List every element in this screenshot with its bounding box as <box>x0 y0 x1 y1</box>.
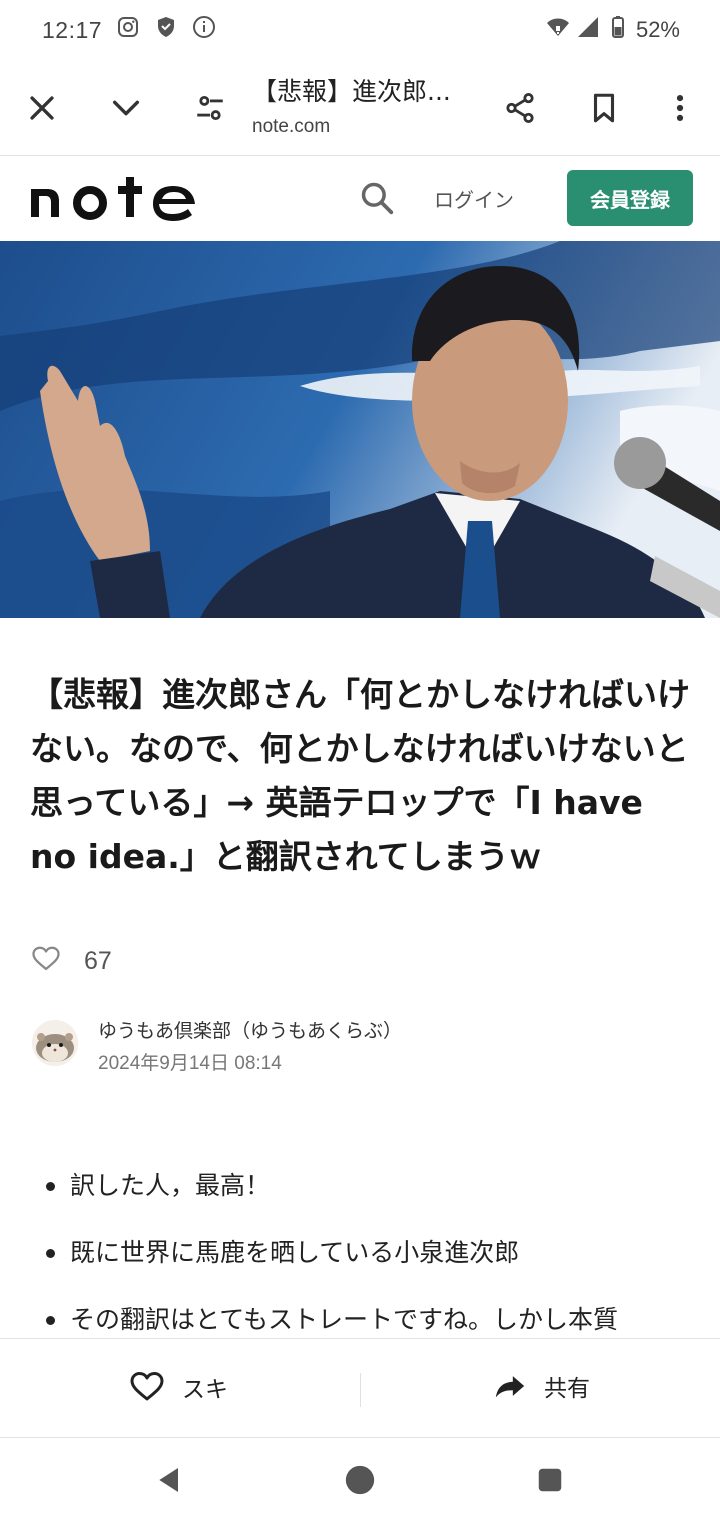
site-header: ログイン 会員登録 <box>0 157 720 241</box>
status-bar: 12:17 52% <box>0 0 720 60</box>
avatar[interactable] <box>32 1020 78 1066</box>
signup-button[interactable]: 会員登録 <box>567 170 693 226</box>
battery-icon <box>606 15 630 45</box>
status-right: 52% <box>546 15 680 45</box>
instagram-icon <box>116 15 140 45</box>
search-icon <box>361 182 394 215</box>
browser-toolbar: 【悲報】進次郎... note.com <box>0 60 720 156</box>
battery-percentage: 52% <box>635 17 680 42</box>
shield-icon <box>154 15 178 45</box>
comment-list: 訳した人，最高！ 既に世界に馬鹿を晒している小泉進次郎 その翻訳はとてもストレー… <box>44 1160 704 1338</box>
like-label: スキ <box>182 1377 228 1403</box>
back-icon <box>159 1468 178 1492</box>
signal-icon <box>576 15 600 45</box>
page-settings-icon <box>197 95 223 121</box>
system-nav-bar <box>0 1438 720 1520</box>
post-date: 2024年9月14日 08:14 <box>98 1053 282 1074</box>
bottom-action-bar: スキ 共有 <box>0 1338 720 1438</box>
recents-icon <box>538 1468 562 1492</box>
page-title: 【悲報】進次郎... <box>252 77 451 106</box>
article-body: 訳した人，最高！ 既に世界に馬鹿を晒している小泉進次郎 その翻訳はとてもストレー… <box>0 1100 720 1338</box>
home-button[interactable] <box>340 1460 380 1500</box>
likes-count: 67 <box>84 946 112 975</box>
note-logo[interactable] <box>27 173 202 223</box>
chevron-down-icon <box>112 100 140 116</box>
list-item: 既に世界に馬鹿を晒している小泉進次郎 <box>44 1227 704 1279</box>
hero-image <box>0 241 720 618</box>
info-icon <box>192 15 216 45</box>
close-tab-button[interactable] <box>14 80 70 136</box>
login-link[interactable]: ログイン <box>434 184 514 213</box>
search-button[interactable] <box>358 179 396 217</box>
back-button[interactable] <box>150 1460 190 1500</box>
author-block: ゆうもあ倶楽部（ゆうもあくらぶ） 2024年9月14日 08:14 <box>32 1016 692 1076</box>
hamster-avatar-image <box>32 1020 78 1066</box>
heart-outline-icon <box>32 946 60 971</box>
action-divider <box>360 1373 361 1407</box>
list-item: その翻訳はとてもストレートですね。しかし本質 <box>44 1294 704 1338</box>
share-button[interactable]: 共有 <box>492 1369 590 1403</box>
heart-icon <box>130 1372 164 1401</box>
status-left: 12:17 <box>42 15 216 45</box>
more-options-button[interactable] <box>652 80 708 136</box>
page-title-block[interactable]: 【悲報】進次郎... note.com <box>252 72 482 138</box>
note-logo-mark <box>31 177 195 221</box>
recents-button[interactable] <box>530 1460 570 1500</box>
share-page-button[interactable] <box>492 80 548 136</box>
likes-row: 67 <box>30 944 112 978</box>
page-url: note.com <box>252 116 331 137</box>
article-title: 【悲報】進次郎さん「何とかしなければいけない。なので、何とかしなければいけないと… <box>30 675 690 876</box>
status-time: 12:17 <box>42 16 103 43</box>
more-vert-icon <box>676 94 684 122</box>
share-label: 共有 <box>544 1376 590 1402</box>
like-heart-button[interactable] <box>30 944 62 978</box>
wifi-icon <box>546 15 570 45</box>
like-button[interactable]: スキ <box>128 1369 228 1405</box>
bookmark-icon <box>593 93 615 123</box>
author-name[interactable]: ゆうもあ倶楽部（ゆうもあくらぶ） <box>98 1016 402 1043</box>
close-icon <box>30 96 54 120</box>
home-icon <box>345 1465 375 1495</box>
share-icon <box>506 92 534 124</box>
list-item: 訳した人，最高！ <box>44 1160 704 1212</box>
page-settings-button[interactable] <box>182 80 238 136</box>
share-arrow-icon <box>495 1376 525 1398</box>
bookmark-button[interactable] <box>576 80 632 136</box>
minimize-button[interactable] <box>98 80 154 136</box>
